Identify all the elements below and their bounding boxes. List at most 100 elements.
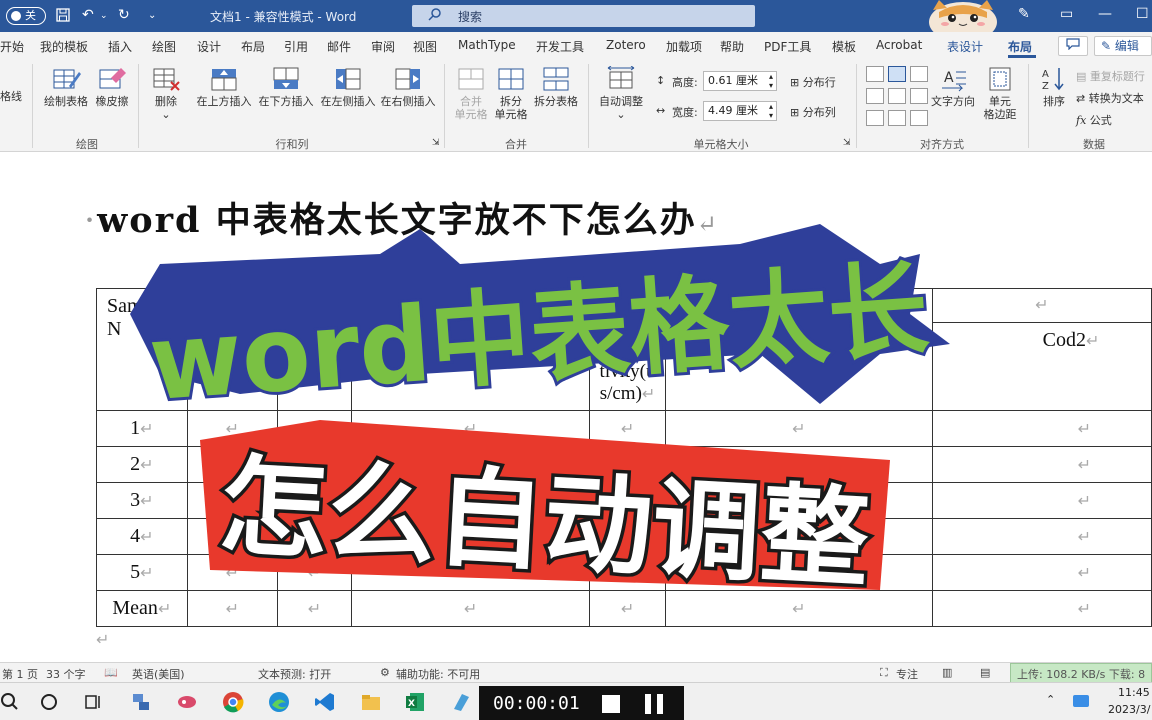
network-app-icon[interactable] — [130, 691, 152, 713]
undo-icon[interactable]: ↶ — [82, 7, 94, 23]
minimize-icon[interactable]: — — [1098, 6, 1112, 22]
tray-app-icon[interactable] — [1072, 693, 1090, 711]
autosave-toggle[interactable]: 关 — [6, 7, 46, 25]
repeat-header-rows-button[interactable]: ▤ 重复标题行 — [1076, 68, 1145, 84]
split-cells-button[interactable]: 拆分 单元格 — [492, 66, 530, 121]
search-icon[interactable] — [0, 691, 22, 713]
clock-date[interactable]: 2023/3/ — [1108, 703, 1150, 716]
row-label-cell[interactable]: 5↵ — [96, 554, 188, 591]
tab-home[interactable]: 开始 — [0, 38, 24, 55]
edge-icon[interactable] — [268, 691, 290, 713]
stepper-icon[interactable]: ▴ ▾ — [769, 102, 773, 120]
task-view-icon[interactable] — [82, 691, 104, 713]
tab-templates[interactable]: 模板 — [832, 38, 856, 55]
insert-below-button[interactable]: 在下方插入 — [256, 66, 316, 108]
text-prediction-status[interactable]: 文本预测: 打开 — [258, 666, 331, 682]
tab-table-layout[interactable]: 布局 — [1008, 38, 1032, 55]
delete-button[interactable]: 删除 ⌄ — [146, 66, 186, 121]
align-bottom-right-button[interactable] — [910, 110, 928, 126]
tab-layout[interactable]: 布局 — [241, 38, 265, 55]
formula-button[interactable]: fx 公式 — [1076, 112, 1112, 128]
tab-view[interactable]: 视图 — [413, 38, 437, 55]
tab-my-templates[interactable]: 我的模板 — [40, 38, 88, 55]
tab-mathtype[interactable]: MathType — [458, 38, 516, 52]
align-middle-center-button[interactable] — [888, 88, 906, 104]
comments-button[interactable] — [1058, 36, 1088, 56]
table-cell[interactable]: ↵ — [931, 518, 1152, 555]
align-middle-left-button[interactable] — [866, 88, 884, 104]
tab-table-design[interactable]: 表设计 — [947, 38, 983, 55]
stop-recording-button[interactable] — [602, 695, 620, 713]
draw-table-button[interactable]: 绘制表格 — [42, 66, 90, 108]
read-mode-icon[interactable]: ▥ — [942, 666, 952, 679]
align-top-left-button[interactable] — [866, 66, 884, 82]
cell-margins-button[interactable]: 单元 格边距 — [978, 66, 1022, 121]
tab-design[interactable]: 设计 — [197, 38, 221, 55]
split-table-button[interactable]: 拆分表格 — [532, 66, 580, 108]
tab-draw[interactable]: 绘图 — [152, 38, 176, 55]
distribute-rows-button[interactable]: ⊞ 分布行 — [790, 74, 836, 90]
table-cell[interactable]: ↵ — [931, 482, 1152, 519]
table-cell[interactable]: ↵ — [931, 554, 1152, 591]
file-explorer-icon[interactable] — [360, 691, 382, 713]
merge-cells-button[interactable]: 合并 单元格 — [452, 66, 490, 121]
table-cell[interactable]: ↵ — [931, 446, 1152, 483]
align-middle-right-button[interactable] — [910, 88, 928, 104]
text-direction-button[interactable]: A 文字方向 — [930, 66, 976, 108]
maximize-icon[interactable]: ☐ — [1136, 6, 1149, 22]
insert-right-button[interactable]: 在右侧插入 — [378, 66, 438, 108]
redo-icon[interactable]: ↻ — [118, 7, 130, 23]
page-count[interactable]: 第 1 页 — [2, 666, 38, 682]
search-box[interactable]: 搜索 — [412, 5, 755, 27]
height-field[interactable]: 0.61 厘米 ▴ ▾ — [703, 71, 777, 91]
align-bottom-left-button[interactable] — [866, 110, 884, 126]
pause-recording-button[interactable] — [645, 694, 665, 714]
table-cell[interactable]: ↵ Cod2↵ — [931, 288, 1152, 411]
language-indicator[interactable]: 英语(美国) — [132, 666, 185, 682]
stepper-icon[interactable]: ▴ ▾ — [769, 72, 773, 90]
restore-ribbon-icon[interactable]: ▭ — [1060, 6, 1073, 22]
word-count[interactable]: 33 个字 — [46, 666, 86, 682]
sort-button[interactable]: AZ 排序 — [1036, 66, 1072, 108]
tab-references[interactable]: 引用 — [284, 38, 308, 55]
tab-mailings[interactable]: 邮件 — [327, 38, 351, 55]
align-bottom-center-button[interactable] — [888, 110, 906, 126]
distribute-columns-button[interactable]: ⊞ 分布列 — [790, 104, 836, 120]
app-icon[interactable] — [450, 691, 472, 713]
align-top-right-button[interactable] — [910, 66, 928, 82]
customize-quick-access-icon[interactable]: ⌄ — [148, 10, 156, 21]
eraser-button[interactable]: 橡皮擦 — [92, 66, 132, 108]
autofit-button[interactable]: 自动调整 ⌄ — [596, 66, 646, 121]
convert-to-text-button[interactable]: ⇄ 转换为文本 — [1076, 90, 1144, 106]
insert-left-button[interactable]: 在左侧插入 — [318, 66, 378, 108]
editing-button[interactable]: ✎ 编辑 — [1094, 36, 1152, 56]
row-label-cell[interactable]: 2↵ — [96, 446, 188, 483]
tab-zotero[interactable]: Zotero — [606, 38, 646, 52]
chrome-icon[interactable] — [222, 691, 244, 713]
tab-pdf-tools[interactable]: PDF工具 — [764, 38, 811, 55]
tab-insert[interactable]: 插入 — [108, 38, 132, 55]
table-cell[interactable]: ↵ — [931, 410, 1152, 447]
table-cell[interactable]: ↵ — [931, 590, 1152, 627]
dialog-launcher-icon[interactable]: ⇲ — [432, 138, 440, 148]
row-label-cell[interactable]: 4↵ — [96, 518, 188, 555]
tab-developer[interactable]: 开发工具 — [536, 38, 584, 55]
row-label-cell[interactable]: 3↵ — [96, 482, 188, 519]
align-top-center-button[interactable] — [888, 66, 906, 82]
focus-icon[interactable]: ⛶ — [880, 666, 888, 680]
clock-time[interactable]: 11:45 — [1118, 686, 1150, 699]
dialog-launcher-icon[interactable]: ⇲ — [843, 138, 851, 148]
tab-addins[interactable]: 加载项 — [666, 38, 702, 55]
cortana-icon[interactable] — [38, 691, 60, 713]
tab-acrobat[interactable]: Acrobat — [876, 38, 922, 52]
show-hidden-icons[interactable]: ⌃ — [1046, 693, 1055, 706]
gridlines-partial[interactable]: 格线 — [0, 88, 22, 104]
tab-help[interactable]: 帮助 — [720, 38, 744, 55]
save-icon[interactable] — [55, 7, 71, 27]
focus-mode-button[interactable]: 专注 — [896, 666, 918, 682]
accessibility-status[interactable]: 辅助功能: 不可用 — [396, 666, 480, 682]
user-pen-icon[interactable]: ✎ — [1018, 6, 1030, 22]
print-layout-icon[interactable]: ▤ — [980, 666, 990, 679]
vscode-icon[interactable] — [314, 691, 336, 713]
undo-dropdown-icon[interactable]: ⌄ — [100, 11, 108, 21]
